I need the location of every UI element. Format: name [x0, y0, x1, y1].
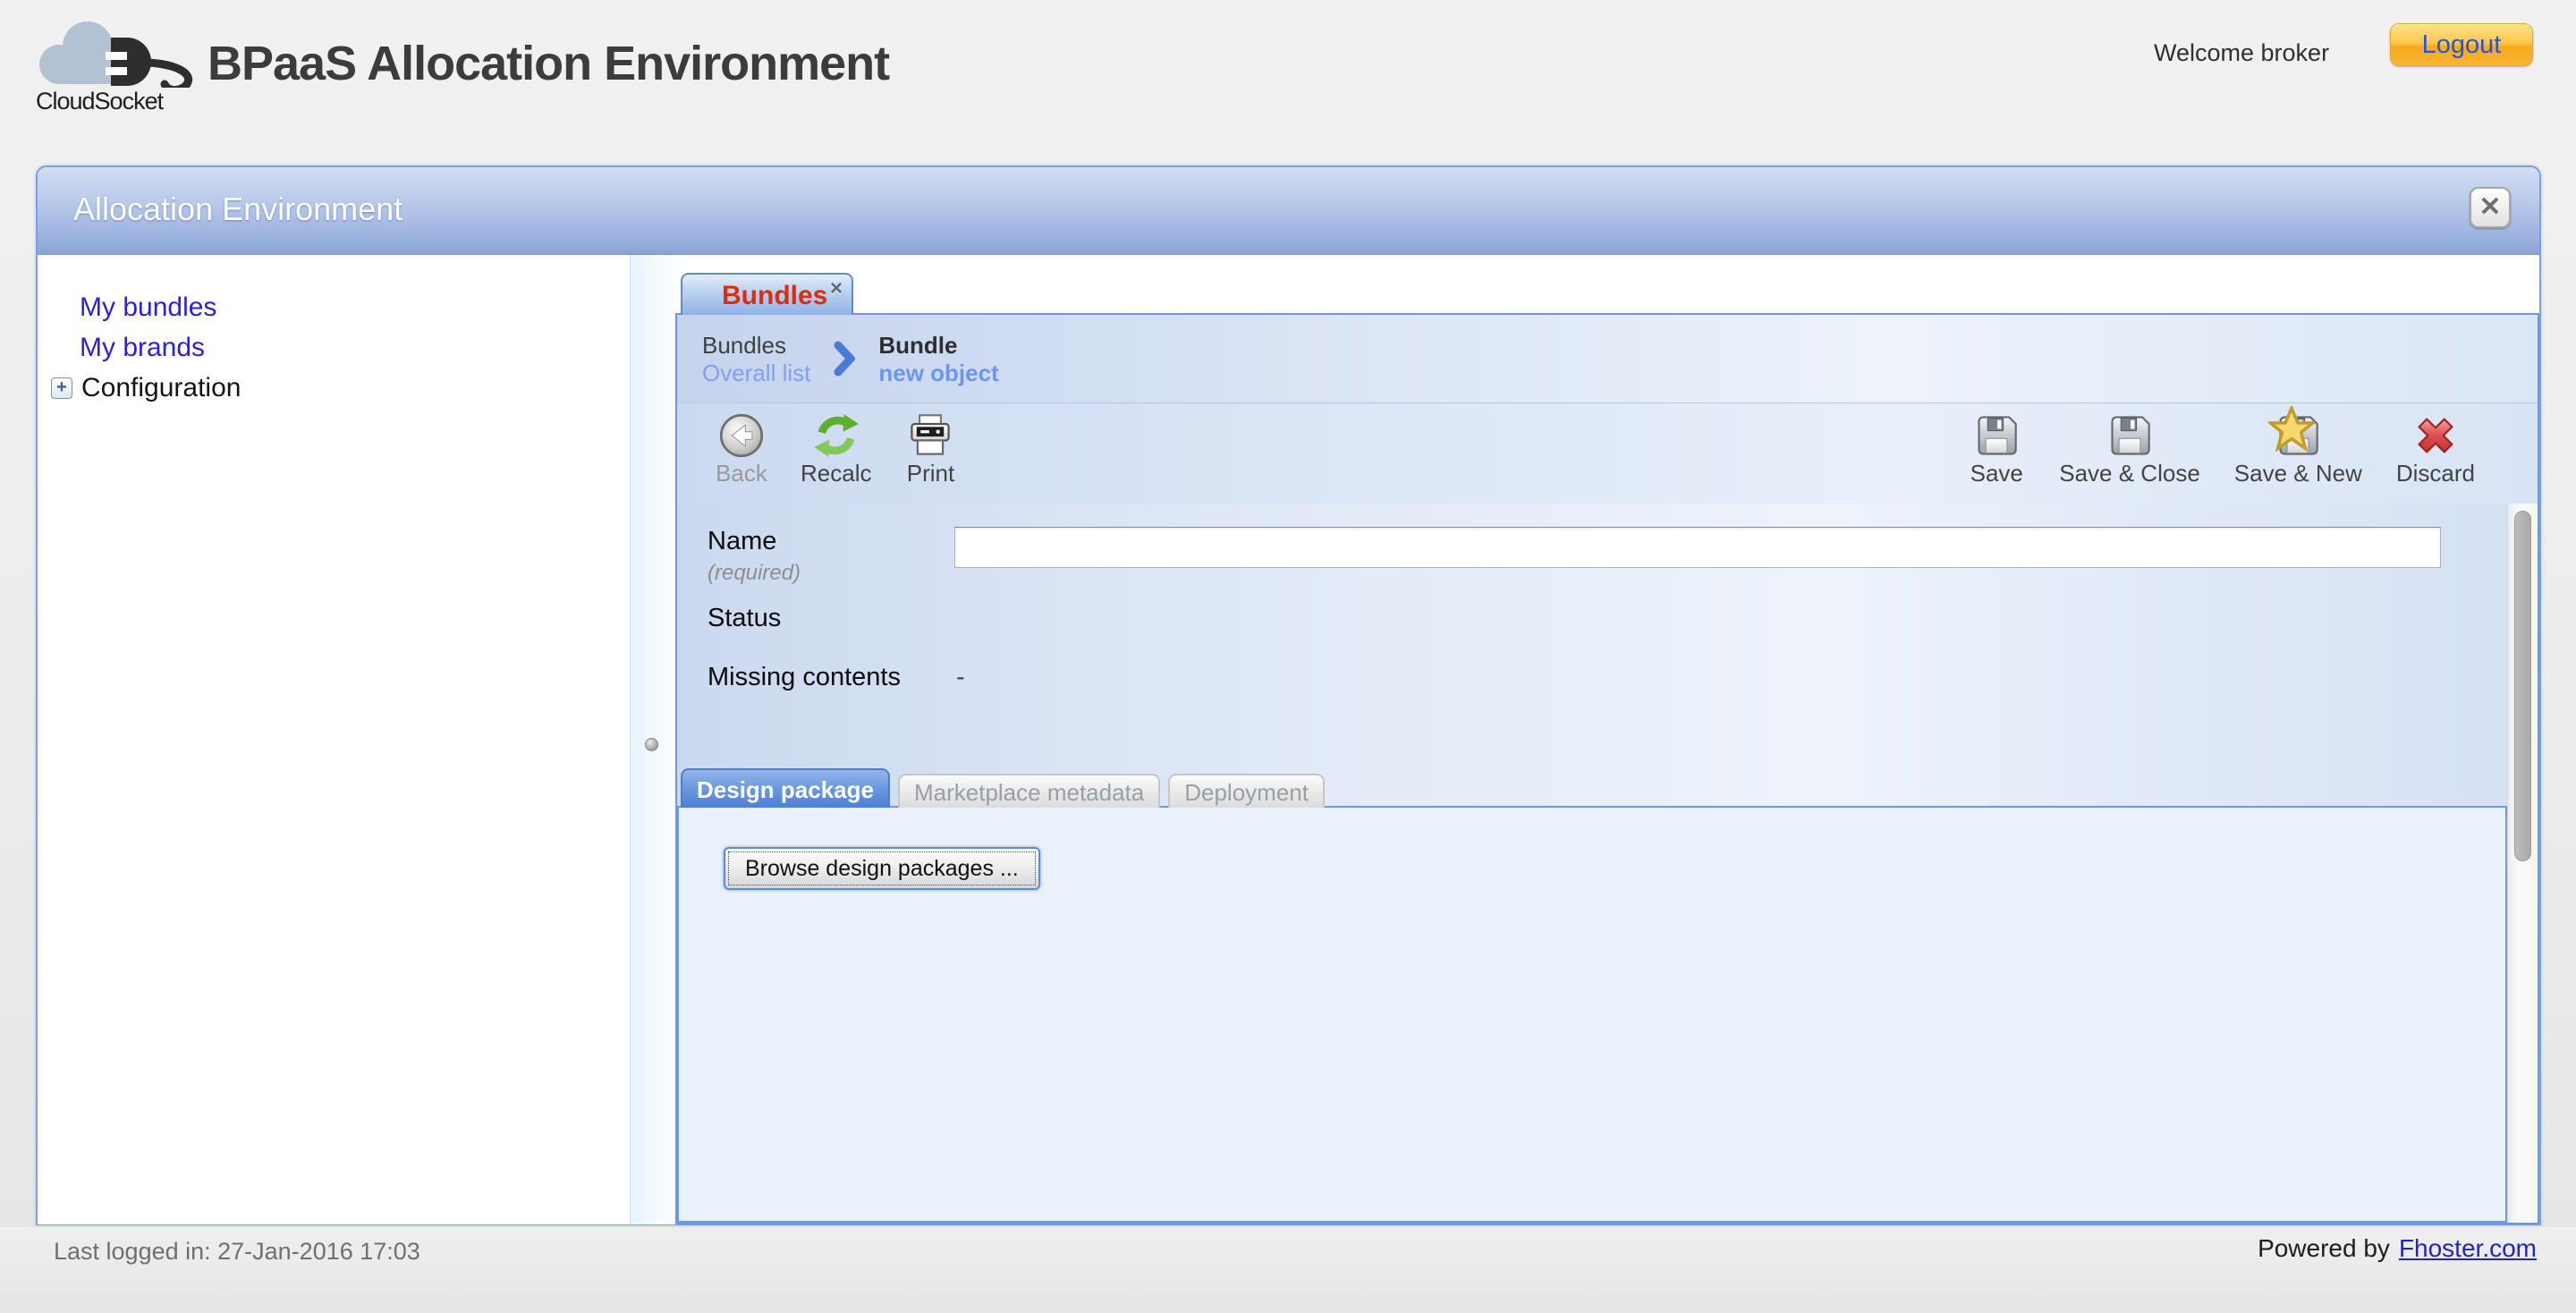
- toolbar-left-group: Back Recalc: [677, 403, 959, 487]
- splitter[interactable]: [631, 255, 675, 1224]
- vertical-scrollbar[interactable]: [2507, 504, 2538, 1223]
- tab-deployment[interactable]: Deployment: [1168, 774, 1325, 808]
- window-title: Allocation Environment: [73, 191, 402, 228]
- window-body: My bundles My brands + Configuration Bun…: [38, 255, 2539, 1224]
- sidebar-item-configuration[interactable]: + Configuration: [38, 368, 630, 408]
- name-input[interactable]: [954, 527, 2441, 568]
- recalc-button[interactable]: Recalc: [801, 412, 871, 487]
- tab-close-icon[interactable]: ×: [830, 276, 843, 301]
- tool-label: Save: [1970, 460, 2023, 487]
- print-icon: [907, 412, 953, 459]
- sidebar-item-label: Configuration: [81, 373, 241, 403]
- scrollbar-thumb[interactable]: [2514, 511, 2531, 861]
- missing-contents-label: Missing contents: [708, 663, 901, 692]
- logout-button[interactable]: Logout: [2390, 23, 2533, 66]
- tab-bundles[interactable]: Bundles ×: [681, 273, 853, 315]
- breadcrumb-current: Bundle new object: [878, 331, 998, 386]
- tool-label: Recalc: [801, 460, 871, 487]
- sidebar-item-label: My bundles: [80, 292, 216, 323]
- breadcrumb: Bundles Overall list Bundle new object: [677, 315, 2538, 402]
- star-icon: [2268, 406, 2315, 453]
- last-login-text: Last logged in: 27-Jan-2016 17:03: [54, 1238, 420, 1266]
- save-new-floppy-star-icon: [2275, 412, 2321, 459]
- expand-plus-icon[interactable]: +: [51, 377, 72, 399]
- cloud-socket-icon: [34, 18, 222, 88]
- toolbar: Back Recalc: [677, 402, 2538, 504]
- toolbar-right-group: Save Save & Close: [1968, 403, 2538, 487]
- sidebar: My bundles My brands + Configuration: [38, 255, 631, 1224]
- allocation-environment-window: Allocation Environment ✕ My bundles My b…: [36, 165, 2541, 1225]
- breadcrumb-current-title: Bundle: [878, 331, 998, 360]
- window-titlebar: Allocation Environment ✕: [38, 167, 2539, 255]
- powered-by-text: Powered by: [2258, 1234, 2390, 1262]
- save-floppy-icon: [1973, 412, 2020, 459]
- sidebar-item-label: My brands: [80, 333, 205, 363]
- breadcrumb-parent: Bundles Overall list: [702, 331, 810, 386]
- tab-page-panel: Bundles Overall list Bundle new object: [675, 313, 2539, 1224]
- status-field-label: Status: [708, 604, 781, 633]
- tool-label: Save & Close: [2059, 460, 2200, 487]
- discard-button[interactable]: Discard: [2396, 412, 2475, 487]
- missing-contents-value: -: [956, 663, 965, 692]
- breadcrumb-parent-title: Bundles: [702, 331, 810, 360]
- breadcrumb-parent-link[interactable]: Overall list: [702, 360, 810, 386]
- print-button[interactable]: Print: [902, 412, 959, 487]
- name-required-note: (required): [708, 561, 801, 586]
- save-and-new-button[interactable]: Save & New: [2234, 412, 2362, 487]
- tab-design-package[interactable]: Design package: [681, 768, 890, 808]
- save-button[interactable]: Save: [1968, 412, 2025, 487]
- window-close-button[interactable]: ✕: [2470, 187, 2511, 228]
- recalc-refresh-icon: [813, 412, 860, 459]
- discard-x-icon: [2412, 412, 2459, 459]
- back-button[interactable]: Back: [713, 412, 770, 487]
- fhoster-link[interactable]: Fhoster.com: [2399, 1234, 2537, 1262]
- save-and-close-button[interactable]: Save & Close: [2059, 412, 2200, 487]
- chevron-right-icon: [834, 339, 855, 378]
- back-icon: [718, 412, 765, 459]
- detail-tab-strip: Design package Marketplace metadata Depl…: [681, 770, 1325, 808]
- workspace: Bundles × Bundles Overall list Bundle: [675, 255, 2539, 1224]
- splitter-handle-icon[interactable]: [645, 738, 658, 751]
- cloudsocket-logo: CloudSocket: [34, 18, 222, 134]
- welcome-text: Welcome broker: [2154, 39, 2329, 67]
- design-package-panel: Browse design packages ...: [677, 806, 2507, 1223]
- close-icon: ✕: [2479, 192, 2501, 222]
- app-title: BPaaS Allocation Environment: [208, 36, 889, 91]
- tool-label: Back: [716, 460, 767, 487]
- save-close-floppy-icon: [2106, 412, 2153, 459]
- tool-label: Discard: [2396, 460, 2475, 487]
- tool-label: Print: [907, 460, 954, 487]
- logo-text: CloudSocket: [36, 88, 163, 115]
- sidebar-item-my-brands[interactable]: My brands: [38, 327, 630, 368]
- form-scroll-area: Name (required) Status Missing contents …: [677, 504, 2538, 1223]
- sidebar-item-my-bundles[interactable]: My bundles: [38, 287, 630, 327]
- tab-marketplace-metadata[interactable]: Marketplace metadata: [898, 774, 1160, 808]
- tool-label: Save & New: [2234, 460, 2362, 487]
- page-footer: Last logged in: 27-Jan-2016 17:03 Powere…: [0, 1227, 2576, 1313]
- name-field-label: Name: [708, 527, 776, 556]
- powered-by: Powered by Fhoster.com: [2258, 1234, 2537, 1263]
- browse-design-packages-button[interactable]: Browse design packages ...: [724, 847, 1040, 890]
- tab-strip: Bundles ×: [675, 255, 2539, 313]
- app-header: CloudSocket BPaaS Allocation Environment…: [0, 0, 2576, 152]
- breadcrumb-current-subtitle: new object: [878, 360, 998, 386]
- tab-label: Bundles: [722, 281, 827, 311]
